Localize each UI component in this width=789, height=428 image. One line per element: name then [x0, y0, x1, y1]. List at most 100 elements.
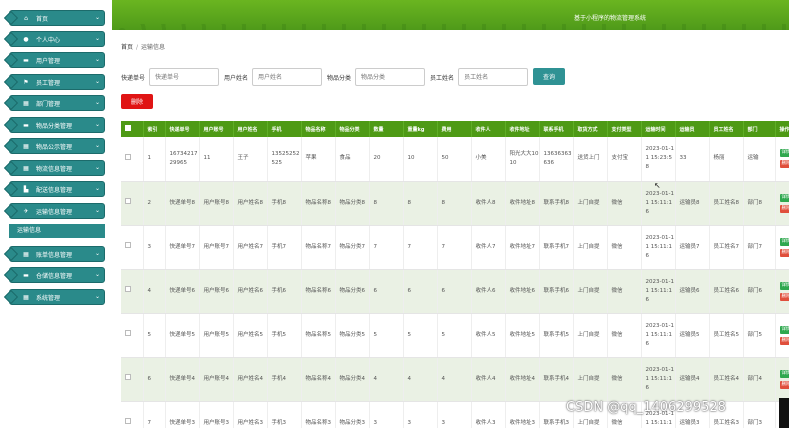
sidebar-item-0[interactable]: ⌂ 首页 ⌄ — [3, 10, 105, 26]
item-category-input[interactable] — [355, 68, 426, 86]
column-header: 物品名称 — [301, 121, 336, 137]
view-details-button[interactable]: 详情 — [779, 369, 789, 378]
chevron-down-icon: ⌄ — [94, 142, 100, 149]
tracking-number-input[interactable] — [149, 68, 220, 86]
table-cell: 3 — [369, 401, 404, 428]
user-name-input[interactable] — [252, 68, 323, 86]
table-cell: 运输员7 — [675, 225, 710, 270]
sidebar-item-label: 物品分类管理 — [36, 122, 73, 130]
row-checkbox[interactable] — [125, 198, 131, 204]
table-cell: 物品名称6 — [301, 269, 336, 314]
table-cell: 快递单号3 — [165, 401, 200, 428]
sidebar-item-6[interactable]: ▦ 物品公示管理 ⌄ — [3, 138, 105, 154]
view-details-button[interactable]: 详情 — [779, 281, 789, 290]
filter-label-username: 用户姓名 — [224, 74, 249, 82]
sidebar-item-label: 系统管理 — [36, 294, 61, 302]
row-checkbox[interactable] — [125, 286, 131, 292]
table-cell: 2023-01-11 15:11:16 — [641, 225, 676, 270]
table-cell: 快递单号7 — [165, 225, 200, 270]
breadcrumb-home[interactable]: 首页 — [121, 44, 133, 51]
user-icon: ● — [23, 35, 29, 43]
view-details-button[interactable]: 详情 — [779, 149, 789, 158]
breadcrumb: 首页 / 运输信息 — [121, 42, 165, 51]
row-delete-button[interactable]: 删除 — [779, 204, 789, 213]
column-header: 手机 — [267, 121, 302, 137]
chevron-down-icon: ⌄ — [94, 78, 100, 85]
table-cell: 运输 — [743, 137, 776, 182]
sidebar-item-12[interactable]: ▦ 系统管理 ⌄ — [3, 289, 105, 305]
row-checkbox[interactable] — [125, 374, 131, 380]
table-cell: 上门自提 — [573, 313, 608, 358]
table-cell: 13525252525 — [267, 137, 302, 182]
grid-icon: ▦ — [23, 293, 29, 301]
row-checkbox[interactable] — [125, 418, 131, 424]
column-header: 快递单号 — [165, 121, 200, 137]
search-button[interactable]: 查询 — [533, 68, 565, 85]
sidebar-item-7[interactable]: ▦ 物流信息管理 ⌄ — [3, 160, 105, 176]
table-cell: 部门5 — [743, 313, 776, 358]
table-cell: 收件地址5 — [505, 313, 540, 358]
nav-cap-decoration — [3, 246, 19, 262]
table-cell: 送货上门 — [573, 137, 608, 182]
table-cell: 上门自提 — [573, 181, 608, 226]
row-checkbox[interactable] — [125, 330, 131, 336]
sidebar-item-3[interactable]: ⚑ 员工管理 ⌄ — [3, 74, 105, 90]
table-cell: 4 — [437, 357, 472, 402]
row-delete-button[interactable]: 删除 — [779, 292, 789, 301]
chevron-down-icon: ⌄ — [94, 121, 100, 128]
row-delete-button[interactable]: 删除 — [779, 380, 789, 389]
staff-name-input[interactable] — [458, 68, 529, 86]
main-content: 首页/运输信息 快递单号 用户姓名 物品分类 员工姓名 查询 删除 索引快递单号… — [112, 30, 789, 428]
table-cell: 部门7 — [743, 225, 776, 270]
sidebar-item-2[interactable]: ▬ 用户管理 ⌄ — [3, 52, 105, 68]
sidebar-subitem-transport-info[interactable]: 运输信息 — [9, 224, 105, 238]
sidebar-item-10[interactable]: ▦ 账单信息管理 ⌄ — [3, 246, 105, 262]
table-cell: 用户账号8 — [199, 181, 234, 226]
sidebar-item-5[interactable]: ▬ 物品分类管理 ⌄ — [3, 117, 105, 133]
row-actions: 详情删除 — [775, 357, 789, 402]
row-checkbox[interactable] — [125, 242, 131, 248]
table-cell: 用户姓名3 — [233, 401, 268, 428]
row-delete-button[interactable]: 删除 — [779, 160, 789, 169]
table-row: 5 快递单号5 用户账号5 用户姓名5 手机5 物品名称5 物品分类5 5 5 5 收件人5 收件地址… — [121, 313, 789, 358]
view-details-button[interactable]: 详情 — [779, 193, 789, 202]
chevron-down-icon: ⌄ — [94, 35, 100, 42]
table-cell: 微信 — [607, 357, 642, 402]
row-checkbox[interactable] — [125, 153, 131, 160]
chevron-down-icon: ⌄ — [94, 185, 100, 192]
view-details-button[interactable]: 详情 — [779, 325, 789, 334]
table-cell: 收件人3 — [471, 401, 506, 428]
table-cell: 3 — [437, 401, 472, 428]
select-all-checkbox[interactable] — [125, 125, 131, 131]
table-cell: 3 — [403, 401, 438, 428]
table-cell: 物品名称7 — [301, 225, 336, 270]
nav-cap-decoration — [3, 138, 19, 154]
sidebar-item-4[interactable]: ▦ 部门管理 ⌄ — [3, 95, 105, 111]
sidebar-item-9[interactable]: ✈ 运输信息管理 ⌄ — [3, 203, 105, 219]
table-cell: 运输员8 — [675, 181, 710, 226]
table-cell: 物品分类4 — [335, 357, 370, 402]
table-cell: 上门自提 — [573, 357, 608, 402]
table-cell: 2023-01-11 15:11:16 — [641, 313, 676, 358]
box-icon: ▬ — [23, 121, 29, 129]
row-delete-button[interactable]: 删除 — [779, 336, 789, 345]
warehouse-icon: ▬ — [23, 271, 29, 279]
table-cell: 上门自提 — [573, 225, 608, 270]
table-cell: 2023-01-11 15:23:58 — [641, 137, 676, 182]
column-header[interactable] — [121, 121, 144, 137]
row-actions: 详情删除 — [775, 181, 789, 226]
table-cell: 物品分类7 — [335, 225, 370, 270]
column-header: 支付类型 — [607, 121, 642, 137]
bulk-delete-button[interactable]: 删除 — [121, 94, 153, 109]
sidebar-item-1[interactable]: ● 个人中心 ⌄ — [3, 31, 105, 47]
home-icon: ⌂ — [24, 14, 28, 22]
table-cell: 20 — [369, 137, 404, 182]
row-delete-button[interactable]: 删除 — [779, 248, 789, 257]
table-cell: 5 — [437, 313, 472, 358]
sidebar-item-8[interactable]: ▙ 配送信息管理 ⌄ — [3, 181, 105, 197]
table-cell: 运输员5 — [675, 313, 710, 358]
table-cell: 阳光大大1010 — [505, 137, 540, 182]
view-details-button[interactable]: 详情 — [779, 237, 789, 246]
sidebar-item-11[interactable]: ▬ 仓储信息管理 ⌄ — [3, 267, 105, 283]
table-cell: 7 — [369, 225, 404, 270]
